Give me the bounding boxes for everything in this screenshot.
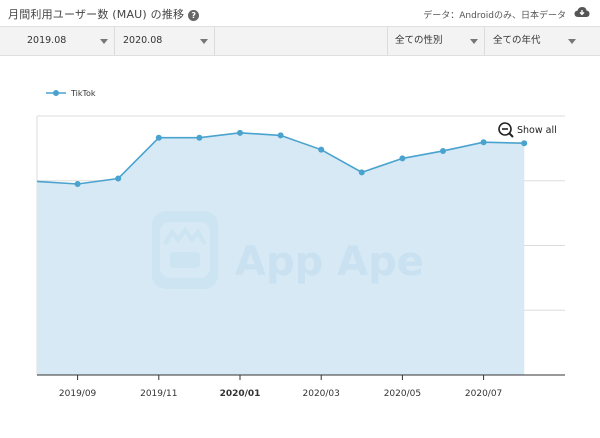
chart-container: App Ape 2019/09 2019/11 2020/01 2020/03 2020/…	[0, 56, 600, 438]
start-month-value: 2019.08	[27, 35, 67, 46]
data-point	[277, 132, 284, 139]
x-tick-label: 2020/01	[220, 389, 261, 399]
chevron-down-icon	[100, 39, 108, 44]
data-point	[440, 147, 446, 154]
page-title-text: 月間利用ユーザー数 (MAU) の推移	[8, 8, 185, 21]
legend-label: TikTok	[70, 89, 96, 98]
show-all-button[interactable]: Show all	[517, 125, 557, 136]
divider	[114, 27, 115, 55]
data-point	[480, 139, 487, 146]
divider	[484, 27, 485, 55]
chevron-down-icon	[568, 39, 576, 44]
data-point	[155, 134, 162, 141]
filter-bar: 2019.08 2020.08 全ての性別 全ての年代	[0, 26, 600, 56]
data-point	[115, 175, 122, 182]
mau-chart: App Ape 2019/09 2019/11 2020/01 2020/03 2020/…	[36, 89, 565, 399]
age-select[interactable]: 全ての年代	[486, 27, 582, 55]
start-month-select[interactable]: 2019.08	[20, 27, 114, 55]
data-point	[399, 155, 406, 162]
header: 月間利用ユーザー数 (MAU) の推移? データ：Androidのみ、日本データ	[0, 0, 600, 26]
chevron-down-icon	[200, 39, 208, 44]
data-point	[521, 140, 528, 147]
legend-marker	[53, 90, 59, 96]
x-tick-label: 2019/11	[140, 389, 177, 399]
age-value: 全ての年代	[493, 35, 541, 46]
end-month-select[interactable]: 2020.08	[116, 27, 214, 55]
x-tick-label: 2020/07	[465, 389, 502, 399]
data-point	[196, 134, 203, 141]
gender-select[interactable]: 全ての性別	[388, 27, 484, 55]
x-tick-label: 2019/09	[59, 389, 97, 399]
gender-value: 全ての性別	[395, 35, 443, 46]
cloud-download-icon[interactable]	[574, 6, 590, 18]
data-point	[74, 180, 81, 187]
watermark-text: App Ape	[235, 239, 424, 285]
end-month-value: 2020.08	[123, 35, 163, 46]
app-ape-watermark	[152, 211, 218, 289]
data-point	[237, 129, 243, 136]
data-source-note: データ：Androidのみ、日本データ	[423, 11, 566, 21]
page-title: 月間利用ユーザー数 (MAU) の推移?	[8, 6, 200, 22]
data-point	[358, 169, 365, 176]
question-circle-icon[interactable]: ?	[188, 10, 200, 21]
divider	[214, 27, 215, 55]
data-point	[318, 146, 325, 153]
x-tick-label: 2020/03	[303, 389, 340, 399]
chevron-down-icon	[470, 39, 478, 44]
zoom-out-icon[interactable]	[498, 122, 514, 138]
x-tick-label: 2020/05	[384, 389, 421, 399]
